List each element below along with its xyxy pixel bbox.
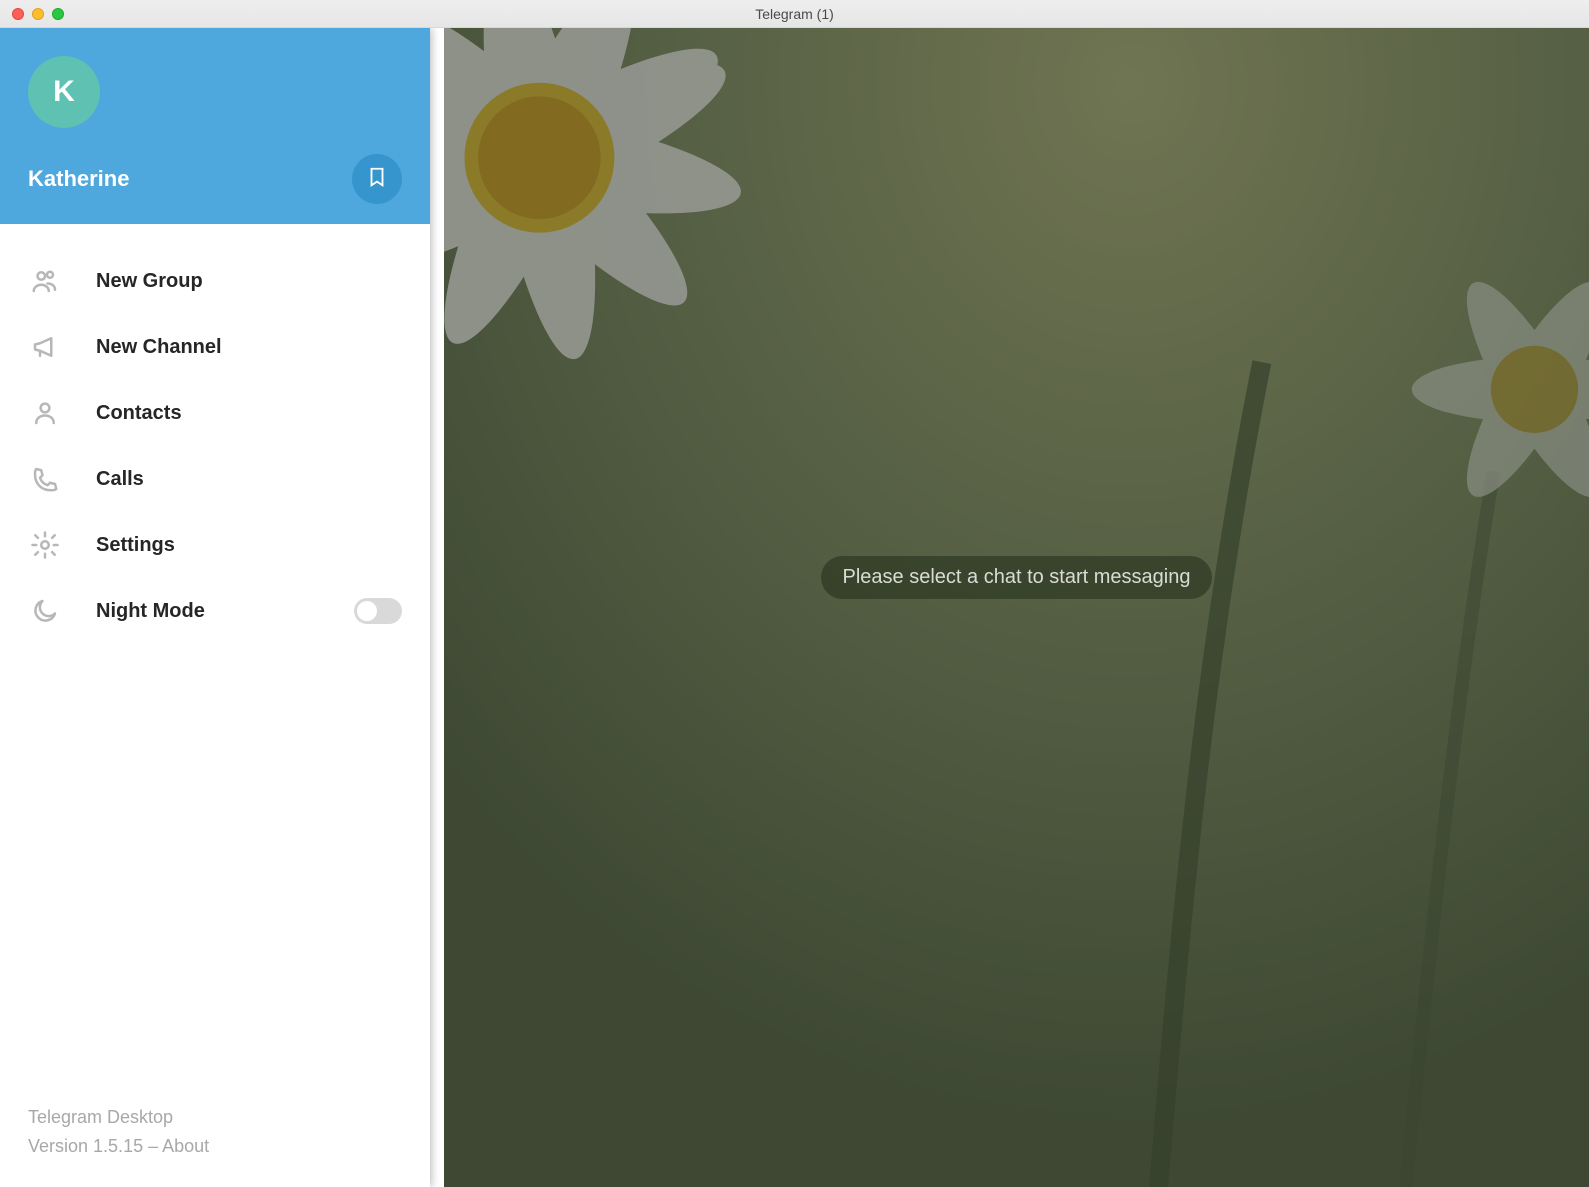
menu-item-label: Calls [96, 468, 144, 491]
moon-icon [28, 594, 62, 628]
phone-icon [28, 462, 62, 496]
menu-new-channel[interactable]: New Channel [0, 314, 430, 380]
menu-item-label: Contacts [96, 402, 182, 425]
avatar-initial: K [53, 75, 75, 109]
close-window-button[interactable] [12, 8, 24, 20]
window-title: Telegram (1) [0, 6, 1589, 22]
user-name: Katherine [28, 166, 129, 192]
menu-item-label: Settings [96, 534, 175, 557]
version-about-link[interactable]: Version 1.5.15 – About [28, 1132, 402, 1161]
menu-settings[interactable]: Settings [0, 512, 430, 578]
main-menu-drawer: K Katherine New Group [0, 28, 430, 1187]
drawer-menu: New Group New Channel Contacts Calls [0, 224, 430, 1103]
group-icon [28, 264, 62, 298]
menu-night-mode[interactable]: Night Mode [0, 578, 430, 644]
menu-item-label: Night Mode [96, 600, 205, 623]
drawer-footer: Telegram Desktop Version 1.5.15 – About [0, 1103, 430, 1187]
empty-chat-placeholder: Please select a chat to start messaging [821, 556, 1213, 599]
menu-item-label: New Channel [96, 336, 222, 359]
minimize-window-button[interactable] [32, 8, 44, 20]
menu-new-group[interactable]: New Group [0, 248, 430, 314]
menu-calls[interactable]: Calls [0, 446, 430, 512]
maximize-window-button[interactable] [52, 8, 64, 20]
app-name-label: Telegram Desktop [28, 1103, 402, 1132]
dim-overlay [444, 28, 1589, 1187]
menu-item-label: New Group [96, 270, 203, 293]
night-mode-toggle[interactable] [354, 598, 402, 624]
saved-messages-button[interactable] [352, 154, 402, 204]
chatlist-edge [430, 28, 444, 1187]
gear-icon [28, 528, 62, 562]
megaphone-icon [28, 330, 62, 364]
window-controls [0, 8, 64, 20]
person-icon [28, 396, 62, 430]
menu-contacts[interactable]: Contacts [0, 380, 430, 446]
chat-area: Please select a chat to start messaging [444, 28, 1589, 1187]
user-avatar[interactable]: K [28, 56, 100, 128]
drawer-header: K Katherine [0, 28, 430, 224]
bookmark-icon [366, 166, 388, 193]
window-titlebar: Telegram (1) [0, 0, 1589, 28]
